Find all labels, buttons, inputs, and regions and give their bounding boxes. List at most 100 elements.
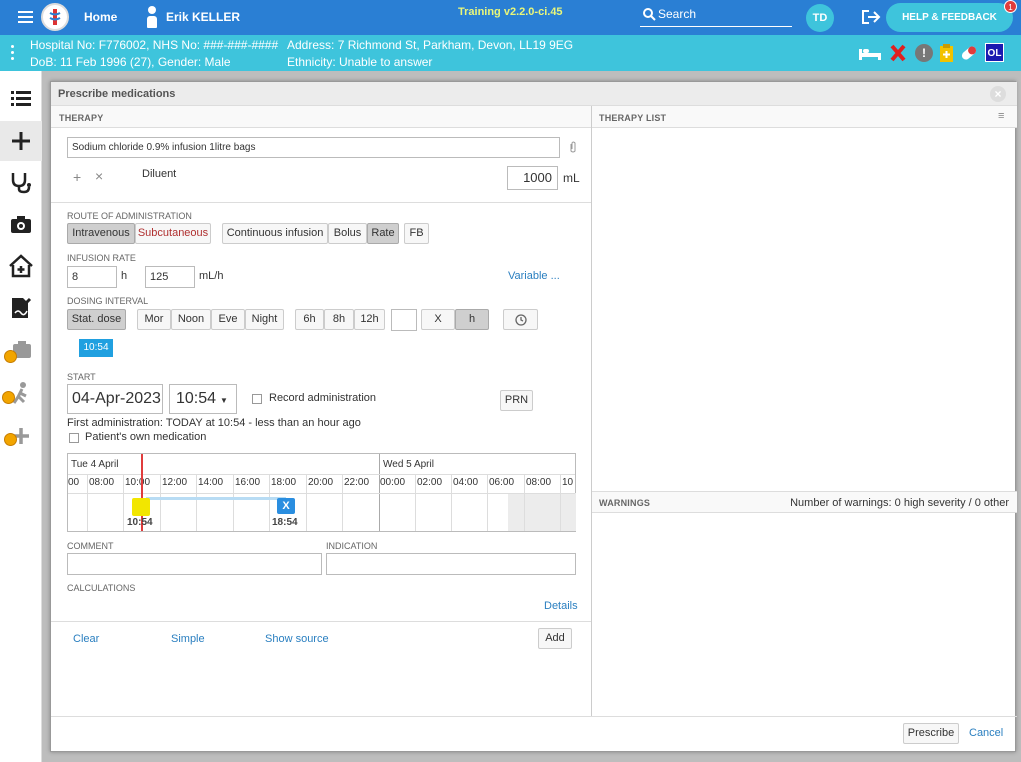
add-diluent-icon[interactable]: + (73, 169, 81, 185)
record-admin-checkbox[interactable] (252, 394, 262, 404)
interval-x-button[interactable]: X (421, 309, 455, 330)
cancel-link[interactable]: Cancel (969, 727, 1003, 739)
side-navigation (0, 71, 42, 762)
prn-button[interactable]: PRN (500, 390, 533, 411)
help-feedback-button[interactable]: HELP & FEEDBACK (886, 3, 1013, 32)
route-intravenous[interactable]: Intravenous (67, 223, 135, 244)
interval-8h[interactable]: 8h (324, 309, 354, 330)
timeline-slot-row (68, 493, 575, 494)
divider (51, 202, 591, 203)
schedule-clock-button[interactable] (503, 309, 538, 330)
end-marker-label: 18:54 (272, 517, 298, 528)
user-avatar[interactable]: TD (806, 4, 834, 32)
warnings-summary: Number of warnings: 0 high severity / 0 … (790, 497, 1009, 509)
alert-icon[interactable]: ! (915, 44, 933, 62)
interval-custom-input[interactable] (391, 309, 417, 331)
fb-button[interactable]: FB (404, 223, 429, 244)
simple-link[interactable]: Simple (171, 633, 205, 645)
indication-input[interactable] (326, 553, 576, 575)
clipboard-icon[interactable] (939, 43, 954, 63)
add-button[interactable]: Add (538, 628, 572, 649)
home-link[interactable]: Home (84, 10, 117, 24)
start-label: START (67, 372, 96, 382)
more-options-icon[interactable] (11, 45, 14, 60)
details-link[interactable]: Details (544, 600, 578, 612)
timeline-hour-label: 22:00 (344, 477, 370, 488)
diluent-label: Diluent (142, 168, 177, 180)
warnings-header: WARNINGS Number of warnings: 0 high seve… (592, 491, 1017, 513)
first-admin-text: First administration: TODAY at 10:54 - l… (67, 417, 361, 429)
show-source-link[interactable]: Show source (265, 633, 329, 645)
interval-h-button[interactable]: h (455, 309, 489, 330)
mode-bolus[interactable]: Bolus (328, 223, 367, 244)
timeline-hour-label: 00 (68, 477, 80, 488)
prescribe-button[interactable]: Prescribe (903, 723, 959, 744)
stethoscope-icon[interactable] (8, 169, 34, 195)
warnings-title: WARNINGS (599, 498, 651, 508)
timeline-hour-line (451, 474, 452, 531)
attachment-icon[interactable] (568, 140, 578, 154)
route-subcutaneous[interactable]: Subcutaneous (135, 223, 211, 244)
dose-time-evening[interactable]: Eve (211, 309, 245, 330)
rate-value-input[interactable]: 125 (145, 266, 195, 288)
remove-diluent-icon[interactable]: × (95, 168, 103, 184)
comment-input[interactable] (67, 553, 322, 575)
timeline-hour-label: 10 (562, 477, 574, 488)
list-icon[interactable] (8, 85, 34, 111)
logo-icon (41, 3, 69, 31)
variable-link[interactable]: Variable ... (508, 270, 560, 282)
timeline-hour-line (87, 474, 88, 531)
timeline-hour-label: 18:00 (271, 477, 297, 488)
user-icon (146, 6, 158, 28)
document-sign-icon[interactable] (8, 295, 34, 321)
own-med-label: Patient's own medication (85, 431, 207, 443)
interval-12h[interactable]: 12h (354, 309, 385, 330)
timeline-hour-label: 20:00 (308, 477, 334, 488)
own-med-checkbox[interactable] (69, 433, 79, 443)
timeline-hour-label: 08:00 (526, 477, 552, 488)
plus-icon[interactable] (8, 128, 34, 154)
patient-ids: Hospital No: F776002, NHS No: ###-###-##… (30, 38, 279, 52)
timeline-hour-line (160, 474, 161, 531)
mode-rate[interactable]: Rate (367, 223, 399, 244)
start-time-select[interactable]: 10:54 ▼ (169, 384, 237, 414)
menu-icon[interactable] (18, 11, 33, 23)
prescribe-dialog: Prescribe medications × THERAPY Sodium c… (50, 81, 1017, 752)
stat-dose-button[interactable]: Stat. dose (67, 309, 126, 330)
clear-link[interactable]: Clear (73, 633, 99, 645)
user-name[interactable]: Erik KELLER (166, 10, 240, 24)
logout-icon[interactable] (861, 9, 881, 25)
pill-icon[interactable] (959, 44, 979, 62)
record-admin-label: Record administration (269, 392, 376, 404)
close-dialog-icon[interactable]: × (990, 86, 1006, 102)
infusion-start-marker[interactable] (132, 498, 150, 516)
volume-input[interactable]: 1000 (507, 166, 558, 190)
infusion-end-marker[interactable]: X (277, 498, 295, 514)
timeline-hour-label: 02:00 (417, 477, 443, 488)
clock-history-icon (514, 314, 527, 326)
therapy-list-title: THERAPY LIST (599, 113, 667, 123)
start-date-input[interactable]: 04-Apr-2023 (67, 384, 163, 414)
panel-divider (591, 106, 592, 716)
list-options-icon[interactable]: ≡ (998, 110, 1004, 122)
home-plus-icon[interactable] (8, 253, 34, 279)
bed-icon[interactable] (858, 45, 882, 61)
interval-6h[interactable]: 6h (295, 309, 324, 330)
chevron-down-icon: ▼ (220, 396, 228, 405)
dose-time-morning[interactable]: Mor (137, 309, 171, 330)
dose-time-noon[interactable]: Noon (171, 309, 211, 330)
mode-continuous-infusion[interactable]: Continuous infusion (222, 223, 328, 244)
route-label: ROUTE OF ADMINISTRATION (67, 211, 192, 221)
search-field[interactable]: Search (640, 5, 792, 27)
medication-field[interactable]: Sodium chloride 0.9% infusion 1litre bag… (67, 137, 560, 158)
dose-time-night[interactable]: Night (245, 309, 284, 330)
day2-label: Wed 5 April (383, 459, 434, 470)
camera-icon[interactable] (8, 211, 34, 237)
timeline-hour-line (524, 474, 525, 531)
rate-hours-input[interactable]: 8 (67, 266, 117, 288)
close-red-icon[interactable] (890, 44, 906, 62)
lock-icon (4, 350, 17, 363)
ol-badge[interactable]: OL (985, 43, 1004, 62)
patient-dob: DoB: 11 Feb 1996 (27), Gender: Male (30, 55, 231, 69)
timeline-hour-label: 12:00 (162, 477, 188, 488)
